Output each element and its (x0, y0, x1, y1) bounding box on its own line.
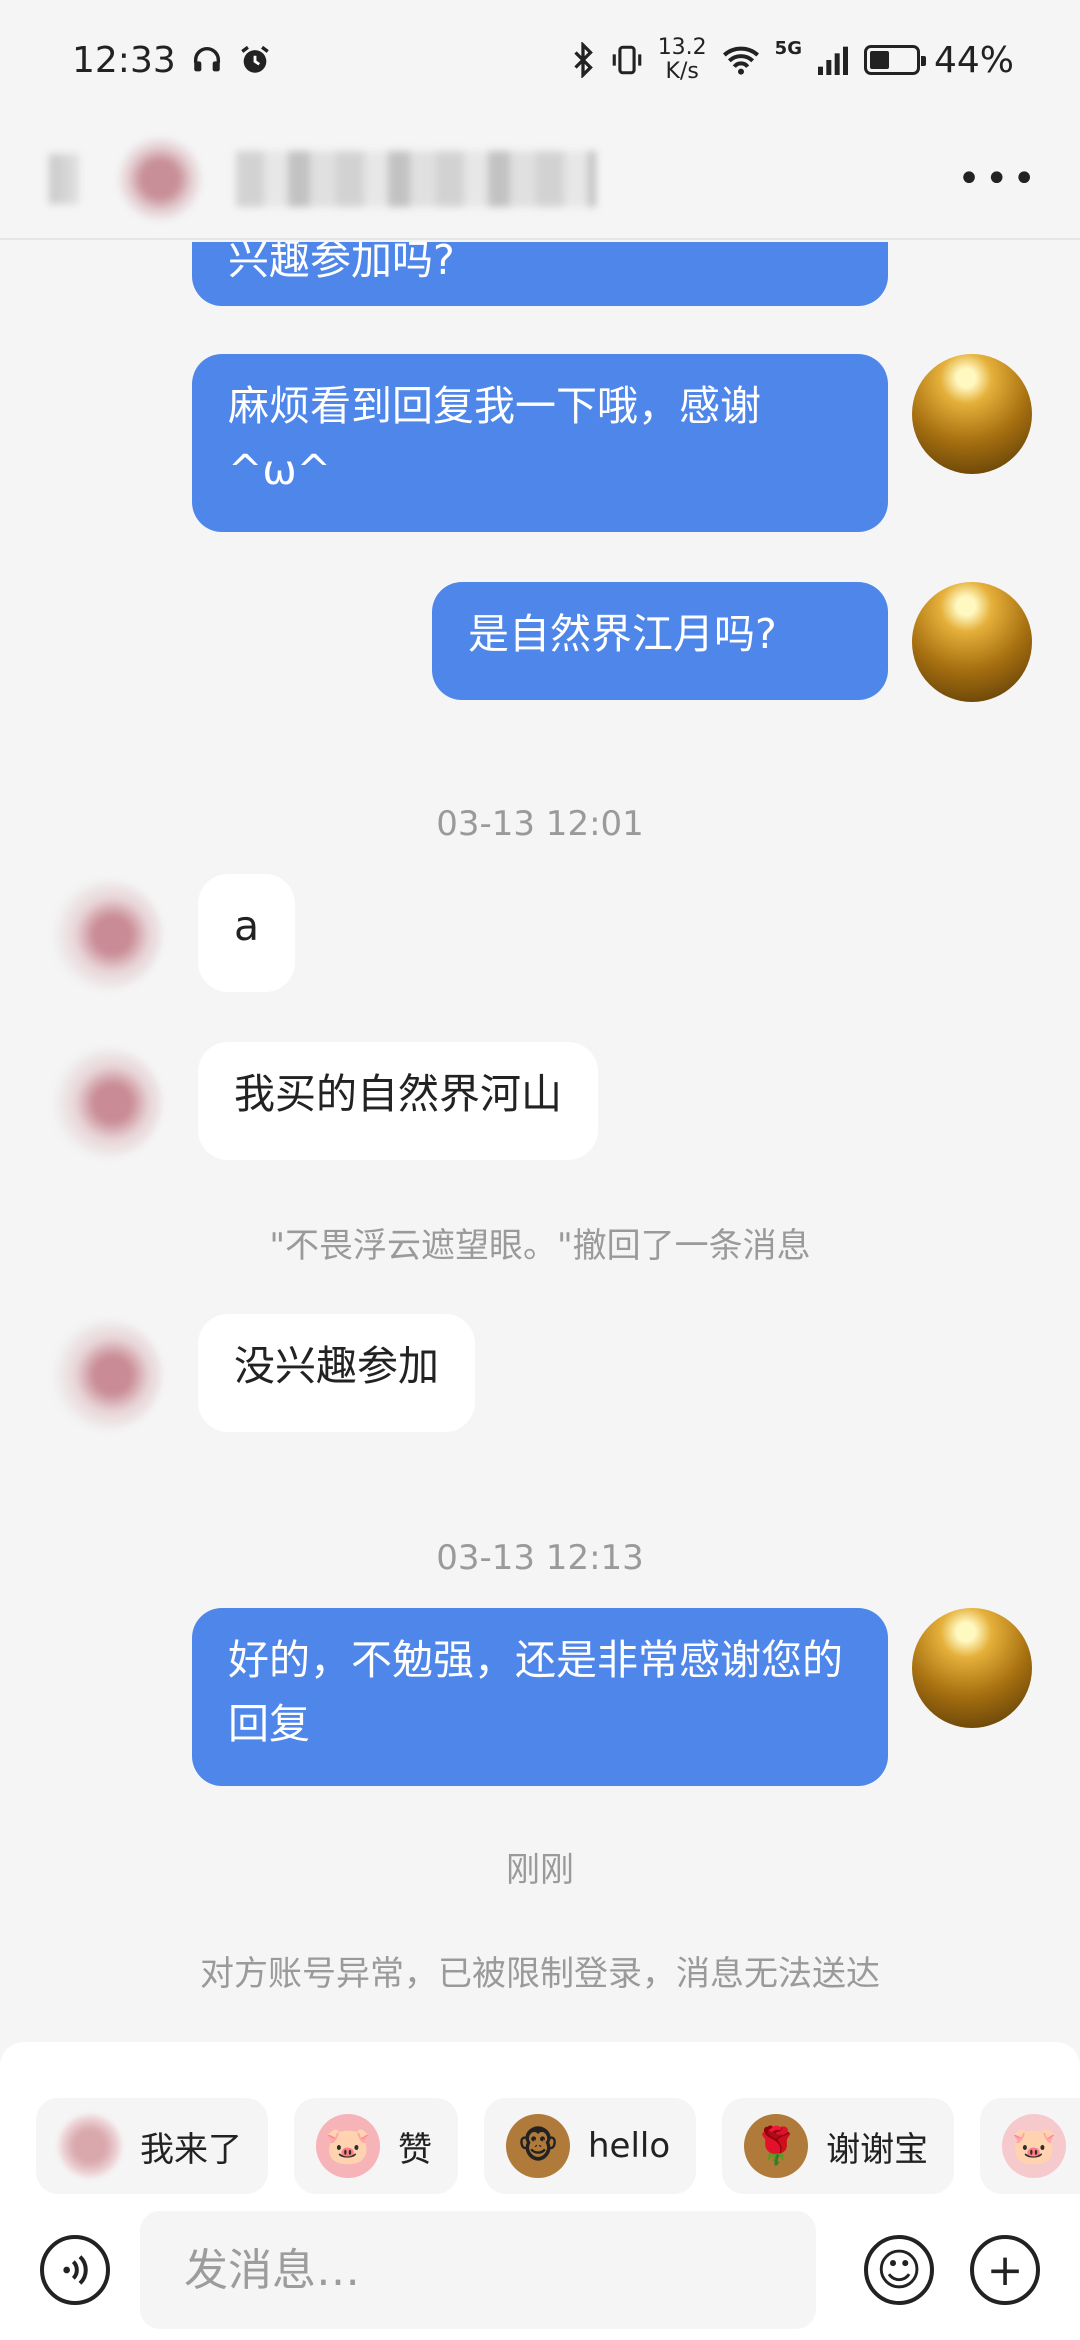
contact-avatar[interactable] (52, 880, 162, 990)
voice-icon (63, 2255, 88, 2285)
vibrate-icon (612, 45, 641, 75)
my-avatar[interactable] (912, 582, 1032, 702)
quick-reply-chip[interactable]: 🐵 hello (484, 2098, 697, 2194)
wifi-icon (722, 46, 759, 75)
headphones-icon (193, 47, 220, 72)
emoji-button[interactable]: ☺ (864, 2235, 934, 2305)
quick-reply-chip[interactable]: 🌹 谢谢宝 (722, 2098, 955, 2194)
message-bubble-incoming[interactable]: a (198, 874, 296, 992)
alarm-icon (240, 45, 269, 73)
quick-reply-label: 赞 (398, 2129, 432, 2170)
timestamp: 刚刚 (506, 1850, 574, 1890)
message-bubble-outgoing[interactable]: 麻烦看到回复我一下哦，感谢 ^ω^ (192, 354, 888, 532)
timestamp: 03-13 12:01 (436, 804, 644, 844)
battery-icon (863, 45, 926, 75)
contact-name-redacted[interactable] (236, 151, 596, 207)
plus-button[interactable]: + (970, 2235, 1040, 2305)
bluetooth-icon (574, 42, 593, 78)
back-button[interactable] (40, 149, 88, 209)
quick-reply-chip[interactable]: 🐷 赞 (294, 2098, 458, 2194)
system-notice: 对方账号异常，已被限制登录，消息无法送达 (200, 1954, 880, 1994)
voice-button[interactable] (40, 2235, 110, 2305)
quick-reply-chip[interactable]: 我来了 (36, 2098, 268, 2194)
emoji-icon: ☺ (876, 2244, 922, 2296)
pig-sticker-icon: 🐷 (316, 2114, 380, 2178)
quick-reply-label: 我来了 (140, 2129, 242, 2170)
pig-sticker-icon: 🐷 (1002, 2114, 1067, 2178)
back-arrow-icon (49, 154, 79, 204)
contact-avatar[interactable] (52, 1048, 162, 1158)
wave-hand-sticker-icon (58, 2114, 122, 2178)
message-bubble-outgoing[interactable]: 好的，不勉强，还是非常感谢您的回复 (192, 1608, 888, 1786)
my-avatar[interactable] (912, 1608, 1032, 1728)
plus-icon: + (986, 2244, 1024, 2296)
message-bubble-outgoing[interactable]: 兴趣参加吗? (192, 242, 888, 306)
monkey-sticker-icon: 🐵 (506, 2114, 570, 2178)
monkey-rose-sticker-icon: 🌹 (744, 2114, 809, 2178)
quick-reply-label: hello (588, 2126, 671, 2166)
recall-notice: "不畏浮云遮望眼。"撤回了一条消息 (269, 1226, 811, 1266)
net-speed: 13.2 K/s (657, 35, 707, 84)
contact-avatar[interactable] (52, 1320, 162, 1430)
signal-icon (817, 46, 848, 75)
message-bubble-incoming[interactable]: 没兴趣参加 (198, 1314, 475, 1432)
quick-reply-chip[interactable]: 🐷 喜 (980, 2098, 1080, 2194)
timestamp: 03-13 12:13 (436, 1538, 644, 1578)
chat-area[interactable]: 兴趣参加吗? 麻烦看到回复我一下哦，感谢 ^ω^ 是自然界江月吗? 03-13 … (0, 242, 1080, 2042)
contact-avatar[interactable] (118, 137, 202, 221)
message-bubble-incoming[interactable]: 我买的自然界河山 (198, 1042, 598, 1160)
more-options-button[interactable]: ••• (957, 156, 1040, 202)
battery-percent: 44% (933, 39, 1014, 81)
input-bar: ☺ + (0, 2200, 1080, 2340)
message-bubble-outgoing[interactable]: 是自然界江月吗? (432, 582, 888, 700)
my-avatar[interactable] (912, 354, 1032, 474)
quick-reply-label: 谢谢宝 (826, 2129, 929, 2170)
network-type: 5G (774, 38, 802, 59)
status-bar: 12:33 13.2 K/s 5G 44% (0, 0, 1080, 120)
chat-header: ••• (0, 120, 1080, 240)
message-input[interactable] (140, 2211, 816, 2329)
status-time: 12:33 (72, 39, 176, 81)
